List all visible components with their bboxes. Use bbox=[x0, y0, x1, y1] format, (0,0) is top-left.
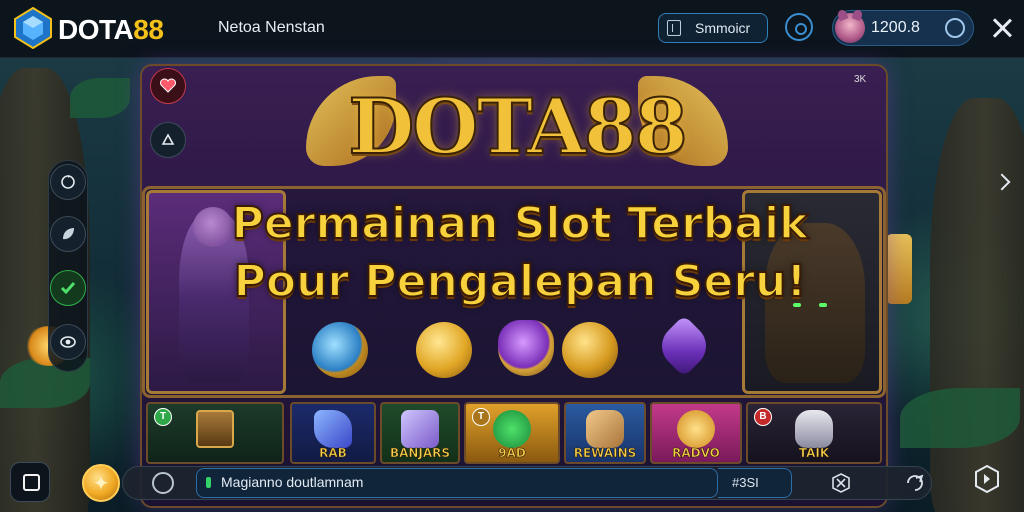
corner-tag: 3K bbox=[854, 74, 867, 85]
top-bar: DOTA88 Netoa Nenstan Smmoicr 1200.8 bbox=[0, 0, 1024, 58]
game-tile-1[interactable]: RAB bbox=[290, 402, 376, 464]
nav-title[interactable]: Netoa Nenstan bbox=[218, 19, 325, 37]
heart-icon bbox=[160, 78, 176, 93]
gem-icon bbox=[401, 410, 439, 448]
tile-label: RADVO bbox=[672, 446, 720, 461]
game-tile-4[interactable]: REWAINS bbox=[564, 402, 646, 464]
reload-icon bbox=[61, 175, 75, 189]
square-icon[interactable] bbox=[10, 462, 50, 502]
brand-prefix: DOTA bbox=[58, 14, 134, 45]
tile-label: 9AD bbox=[498, 446, 526, 461]
rail-button-view[interactable] bbox=[50, 324, 86, 360]
game-tile-5[interactable]: RADVO bbox=[650, 402, 742, 464]
brand-suffix: 88 bbox=[133, 14, 164, 45]
headline-line-1: Permainan Slot Terbaik bbox=[231, 197, 810, 250]
status-indicator bbox=[206, 477, 211, 488]
logo-gem-icon[interactable] bbox=[14, 7, 52, 49]
crystal-icon bbox=[314, 410, 352, 448]
reel-symbols bbox=[300, 314, 740, 384]
avatar-icon bbox=[835, 13, 865, 43]
skull-icon bbox=[795, 410, 833, 448]
tile-badge: T bbox=[472, 408, 490, 426]
tag-icon[interactable] bbox=[904, 472, 926, 494]
tile-label: REWAINS bbox=[573, 446, 637, 461]
rock-icon bbox=[586, 410, 624, 448]
rail-button-leaf[interactable] bbox=[50, 216, 86, 252]
game-logo-text: DOTA88 bbox=[347, 81, 688, 172]
shield-symbol-icon bbox=[498, 320, 554, 376]
orb-icon bbox=[493, 410, 531, 448]
gem-symbol-icon bbox=[652, 314, 716, 378]
tile-badge: T bbox=[154, 408, 172, 426]
game-logo: DOTA88 bbox=[306, 66, 728, 188]
recycle-icon bbox=[161, 133, 175, 145]
document-icon bbox=[667, 20, 681, 36]
cross-icon[interactable] bbox=[830, 472, 852, 494]
rail-button-check[interactable] bbox=[50, 270, 86, 306]
leaf-icon bbox=[63, 228, 74, 240]
foliage bbox=[70, 78, 130, 118]
ring-icon[interactable] bbox=[945, 18, 965, 38]
tile-label: TAIK bbox=[798, 446, 830, 461]
headline-line-2: Pour Pengalepan Seru! bbox=[233, 255, 808, 308]
coin-symbol-icon bbox=[416, 322, 472, 378]
rail-button-reload[interactable] bbox=[50, 164, 86, 200]
foliage bbox=[900, 388, 1020, 448]
message-count: #3SI bbox=[718, 468, 792, 498]
settings-icon[interactable] bbox=[785, 13, 813, 41]
tile-label: RAB bbox=[319, 446, 347, 461]
eye-icon bbox=[60, 336, 76, 348]
game-tile-2[interactable]: BANJARS bbox=[380, 402, 460, 464]
message-input[interactable]: Magianno doutlamnam bbox=[196, 468, 718, 498]
close-icon[interactable] bbox=[990, 16, 1014, 40]
check-icon bbox=[60, 282, 76, 295]
balance-pill[interactable]: 1200.8 bbox=[832, 10, 974, 46]
search-button-label: Smmoicr bbox=[695, 20, 751, 36]
game-tile-0[interactable]: T RAB bbox=[146, 402, 284, 464]
coin-symbol-icon bbox=[562, 322, 618, 378]
tree-trunk-right bbox=[930, 98, 1024, 512]
favorite-button[interactable] bbox=[150, 68, 186, 104]
game-tile-3[interactable]: T 9AD bbox=[464, 402, 560, 464]
coin-icon[interactable] bbox=[82, 464, 120, 502]
tile-badge: B bbox=[754, 408, 772, 426]
shield-icon[interactable] bbox=[972, 464, 1002, 494]
ring-icon[interactable] bbox=[152, 472, 174, 494]
search-button[interactable]: Smmoicr bbox=[658, 13, 768, 43]
game-tile-6[interactable]: B TAIK bbox=[746, 402, 882, 464]
balance-amount: 1200.8 bbox=[871, 19, 920, 36]
amulet-icon bbox=[677, 410, 715, 448]
game-tiles: T RAB RAB BANJARS T 9AD REWAINS RADVO B … bbox=[146, 402, 882, 464]
crystal-decoration bbox=[886, 234, 912, 304]
chest-icon bbox=[196, 410, 234, 448]
tile-label: BANJARS bbox=[389, 446, 451, 461]
key-symbol-icon bbox=[312, 322, 368, 378]
brand-name[interactable]: DOTA88 bbox=[58, 14, 164, 46]
share-button[interactable] bbox=[150, 122, 186, 158]
